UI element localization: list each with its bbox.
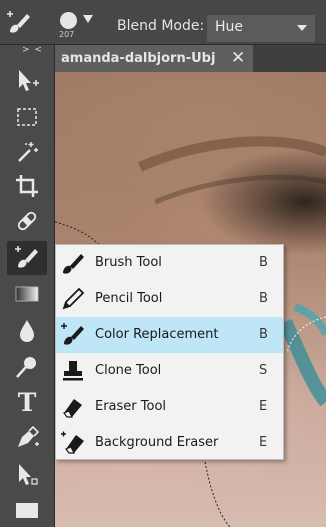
gradient-icon xyxy=(15,286,39,302)
magic-wand-tool-button[interactable] xyxy=(7,135,47,169)
shape-tool-button[interactable] xyxy=(7,493,47,527)
brush-tip-icon xyxy=(60,12,77,29)
gradient-tool-button[interactable] xyxy=(7,277,47,311)
menu-item-color-replacement[interactable]: Color Replacement B xyxy=(56,317,283,353)
dodge-icon xyxy=(16,357,36,378)
color-replacement-icon xyxy=(15,246,38,268)
menu-item-shortcut: S xyxy=(259,363,268,378)
menu-item-brush-tool[interactable]: Brush Tool B xyxy=(56,245,283,281)
document-tab[interactable]: amanda-dalbjorn-Ubj ✕ xyxy=(55,45,253,73)
brush-preset-picker[interactable]: 207 xyxy=(58,10,98,42)
menu-item-shortcut: E xyxy=(259,399,268,414)
pen-tool-button[interactable] xyxy=(7,421,47,455)
bandage-icon xyxy=(17,211,37,231)
rectangle-shape-icon xyxy=(16,503,38,518)
menu-item-shortcut: B xyxy=(259,291,268,306)
brush-tool-flyout-menu: Brush Tool B Pencil Tool B Color Replace… xyxy=(55,244,284,460)
eraser-icon xyxy=(63,399,82,418)
options-bar: 207 Blend Mode: Hue xyxy=(0,0,326,45)
pen-nib-icon xyxy=(18,425,40,447)
menu-item-pencil-tool[interactable]: Pencil Tool B xyxy=(56,281,283,317)
color-replacement-icon xyxy=(61,323,84,345)
clone-stamp-icon xyxy=(63,361,83,381)
close-icon[interactable]: ✕ xyxy=(231,48,245,68)
crop-icon xyxy=(16,175,38,197)
menu-item-shortcut: B xyxy=(259,255,268,270)
path-selection-tool-button[interactable] xyxy=(7,457,47,491)
blend-mode-select[interactable]: Hue xyxy=(207,15,315,42)
magic-wand-icon xyxy=(18,142,38,162)
crop-tool-button[interactable] xyxy=(7,169,47,203)
path-select-arrow-icon xyxy=(19,464,38,485)
blend-mode-label: Blend Mode: xyxy=(117,18,205,34)
type-tool-button[interactable]: T xyxy=(7,385,47,419)
brush-icon xyxy=(63,254,84,274)
menu-item-label: Pencil Tool xyxy=(95,291,163,306)
healing-tool-button[interactable] xyxy=(7,204,47,238)
menu-item-label: Background Eraser xyxy=(95,435,219,450)
move-tool-button[interactable] xyxy=(7,63,47,97)
marquee-icon xyxy=(17,108,37,126)
tab-bar-empty xyxy=(253,45,326,72)
color-replacement-tool-button[interactable] xyxy=(7,241,47,275)
marquee-tool-button[interactable] xyxy=(7,100,47,134)
chevron-down-icon xyxy=(297,25,307,31)
color-replacement-tool-icon xyxy=(6,10,34,36)
menu-item-background-eraser[interactable]: Background Eraser E xyxy=(56,425,283,461)
menu-item-shortcut: E xyxy=(259,435,268,450)
dodge-tool-button[interactable] xyxy=(7,350,47,384)
chevron-down-icon xyxy=(83,15,93,23)
brush-size-readout: 207 xyxy=(59,30,75,39)
menu-item-shortcut: B xyxy=(259,327,268,342)
menu-item-label: Brush Tool xyxy=(95,255,162,270)
menu-item-label: Color Replacement xyxy=(95,327,219,342)
menu-item-eraser-tool[interactable]: Eraser Tool E xyxy=(56,389,283,425)
move-arrow-icon xyxy=(19,70,39,91)
menu-item-label: Clone Tool xyxy=(95,363,162,378)
tools-panel: > < T xyxy=(0,45,55,527)
blend-mode-value: Hue xyxy=(215,19,244,35)
type-tool-letter: T xyxy=(17,387,37,417)
blur-tool-button[interactable] xyxy=(7,314,47,348)
menu-item-label: Eraser Tool xyxy=(95,399,167,414)
pencil-icon xyxy=(62,287,85,310)
document-tab-title: amanda-dalbjorn-Ubj xyxy=(61,51,216,66)
collapse-toolbar-button[interactable]: > < xyxy=(22,45,43,55)
water-drop-icon xyxy=(20,320,34,342)
menu-item-clone-tool[interactable]: Clone Tool S xyxy=(56,353,283,389)
background-eraser-icon xyxy=(61,431,84,454)
